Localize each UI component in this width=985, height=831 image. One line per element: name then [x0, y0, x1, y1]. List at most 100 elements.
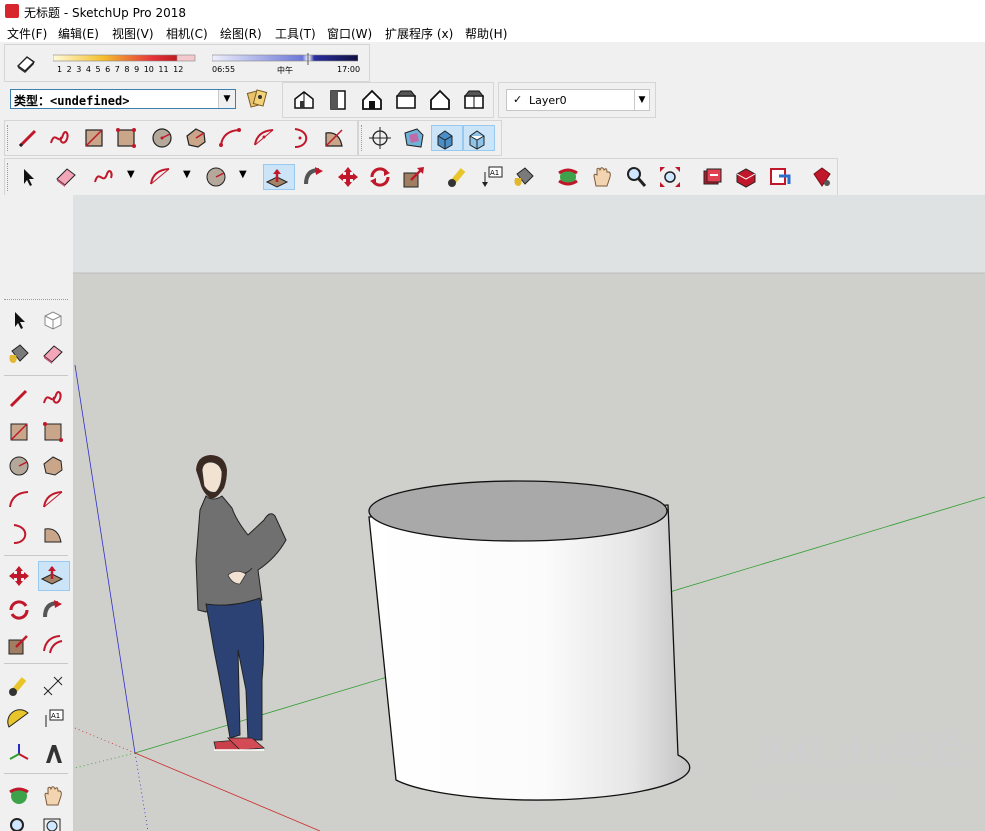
follow-me-icon[interactable]: [301, 164, 327, 190]
xray-icon[interactable]: [401, 125, 427, 151]
orbit-icon[interactable]: [6, 783, 32, 809]
freehand-icon[interactable]: [40, 385, 66, 411]
tape-measure-icon[interactable]: [6, 673, 32, 699]
polygon-icon[interactable]: [40, 453, 66, 479]
select-arrow-icon[interactable]: [6, 307, 32, 333]
toolbar-grip[interactable]: [4, 299, 68, 302]
3d-text-icon[interactable]: [40, 741, 66, 767]
section-plane-icon[interactable]: [367, 125, 393, 151]
three-point-arc-icon[interactable]: [287, 125, 313, 151]
arc-icon[interactable]: [217, 125, 243, 151]
divider: [4, 375, 68, 376]
right-view-icon[interactable]: [393, 87, 419, 113]
pencil-icon[interactable]: [6, 385, 32, 411]
scale-icon[interactable]: [6, 631, 32, 657]
rotate-icon[interactable]: [367, 164, 393, 190]
menu-camera[interactable]: 相机(C): [166, 25, 208, 42]
offset-icon[interactable]: [40, 631, 66, 657]
freehand-icon[interactable]: [47, 125, 73, 151]
select-arrow-icon[interactable]: [15, 164, 41, 190]
share-component-icon[interactable]: [767, 164, 793, 190]
extension-warehouse-icon[interactable]: [809, 164, 835, 190]
share-model-icon[interactable]: [733, 164, 759, 190]
pie-icon[interactable]: [321, 125, 347, 151]
rotate-icon[interactable]: [6, 597, 32, 623]
two-point-arc-icon[interactable]: [251, 125, 277, 151]
circle-icon[interactable]: [149, 125, 175, 151]
zoom-icon[interactable]: [623, 164, 649, 190]
push-pull-button[interactable]: [38, 561, 70, 591]
toolbar-grip[interactable]: [7, 125, 11, 151]
materials-icon[interactable]: [245, 86, 271, 112]
arc-dropdown-icon[interactable]: [147, 164, 173, 190]
menu-edit[interactable]: 编辑(E): [58, 25, 99, 42]
menu-extensions[interactable]: 扩展程序 (x): [385, 25, 453, 42]
menu-draw[interactable]: 绘图(R): [220, 25, 262, 42]
shaded-style-button[interactable]: [431, 125, 463, 151]
tape-measure-icon[interactable]: [445, 164, 471, 190]
rectangle-icon[interactable]: [6, 419, 32, 445]
polygon-icon[interactable]: [183, 125, 209, 151]
pan-hand-icon[interactable]: [589, 164, 615, 190]
arc-icon[interactable]: [6, 487, 32, 513]
toolbar-grip[interactable]: [7, 163, 11, 191]
time-slider[interactable]: [212, 53, 358, 65]
dimension-icon[interactable]: [40, 673, 66, 699]
orbit-icon[interactable]: [555, 164, 581, 190]
rectangle-icon[interactable]: [81, 125, 107, 151]
warehouse-icon[interactable]: [699, 164, 725, 190]
top-view-icon[interactable]: [325, 87, 351, 113]
rotated-rectangle-icon[interactable]: [40, 419, 66, 445]
move-icon[interactable]: [335, 164, 361, 190]
push-pull-button[interactable]: [263, 164, 295, 190]
toolbar-grip[interactable]: [361, 125, 365, 151]
month-slider[interactable]: [53, 53, 177, 65]
move-icon[interactable]: [6, 563, 32, 589]
drawing-toolbar: [4, 120, 358, 156]
pencil-icon[interactable]: [15, 125, 41, 151]
menu-window[interactable]: 窗口(W): [327, 25, 372, 42]
two-point-arc-icon[interactable]: [40, 487, 66, 513]
rotated-rectangle-icon[interactable]: [113, 125, 139, 151]
scale-icon[interactable]: [401, 164, 427, 190]
entity-type-dropdown[interactable]: 类型：<undefined> ▼: [10, 89, 236, 109]
make-component-icon[interactable]: [40, 307, 66, 333]
circle-dropdown-icon[interactable]: [203, 164, 229, 190]
axes-icon[interactable]: [6, 741, 32, 767]
shadow-toggle-button[interactable]: [13, 50, 39, 76]
iso-view-icon[interactable]: [291, 87, 317, 113]
pan-hand-icon[interactable]: [40, 783, 66, 809]
eraser-icon[interactable]: [53, 164, 79, 190]
svg-text:A1: A1: [51, 712, 60, 720]
freehand-dropdown-icon[interactable]: [91, 164, 117, 190]
paint-bucket-icon[interactable]: [511, 164, 537, 190]
zoom-window-icon[interactable]: [40, 815, 66, 831]
eraser-icon[interactable]: [40, 341, 66, 367]
back-view-icon[interactable]: [427, 87, 453, 113]
chevron-down-icon[interactable]: ▼: [183, 169, 191, 180]
cylinder-model[interactable]: [368, 480, 691, 801]
circle-icon[interactable]: [6, 453, 32, 479]
pie-icon[interactable]: [40, 521, 66, 547]
zoom-extents-icon[interactable]: [657, 164, 683, 190]
menu-file[interactable]: 文件(F): [7, 25, 47, 42]
text-tool-icon[interactable]: A1: [479, 164, 505, 190]
three-point-arc-icon[interactable]: [6, 521, 32, 547]
chevron-down-icon[interactable]: ▼: [239, 169, 247, 180]
left-view-icon[interactable]: [461, 87, 487, 113]
chevron-down-icon[interactable]: ▼: [218, 90, 235, 108]
text-tool-icon[interactable]: A1: [40, 707, 66, 733]
window-title: 无标题 - SketchUp Pro 2018: [24, 6, 186, 20]
menu-view[interactable]: 视图(V): [112, 25, 154, 42]
chevron-down-icon[interactable]: ▼: [127, 169, 135, 180]
layer-dropdown[interactable]: ✓ Layer0 ▼: [506, 89, 650, 111]
textured-style-button[interactable]: [463, 125, 495, 151]
zoom-icon[interactable]: [6, 815, 32, 831]
menu-tools[interactable]: 工具(T): [275, 25, 316, 42]
protractor-icon[interactable]: [6, 707, 32, 733]
front-view-icon[interactable]: [359, 87, 385, 113]
follow-me-icon[interactable]: [40, 597, 66, 623]
paint-bucket-icon[interactable]: [6, 341, 32, 367]
menu-help[interactable]: 帮助(H): [465, 25, 507, 42]
chevron-down-icon[interactable]: ▼: [634, 90, 649, 110]
